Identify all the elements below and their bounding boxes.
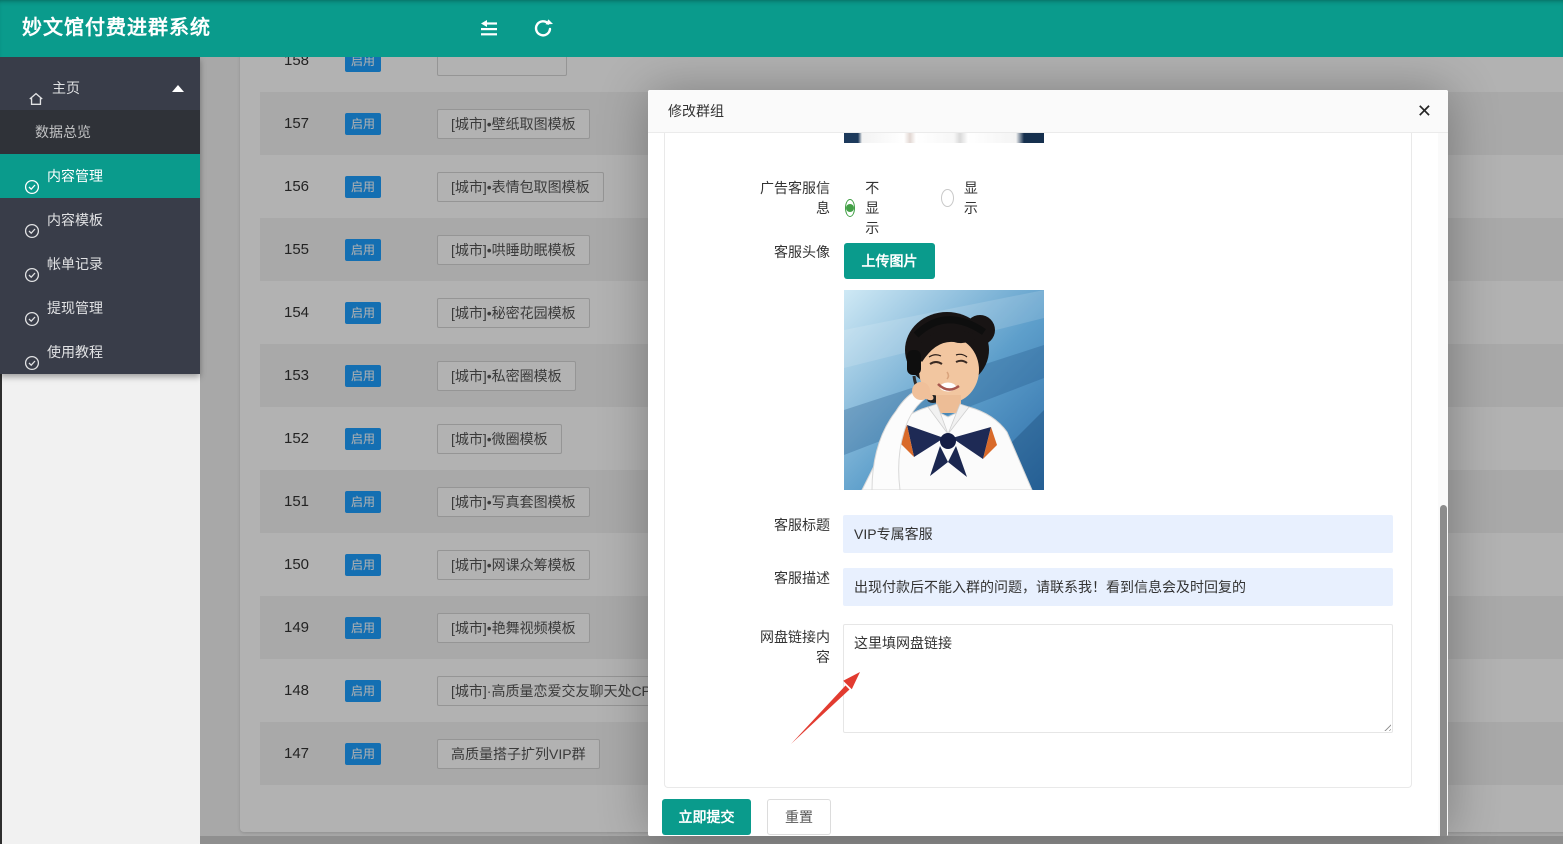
- sidebar-item-content-template[interactable]: 内容模板: [0, 198, 200, 242]
- home-icon: [28, 80, 44, 96]
- modal-title: 修改群组: [668, 90, 724, 133]
- app-window: 158 启用 157 启用 [城市]•壁纸取图模板 156 启用 [城市]•表情…: [0, 0, 1563, 844]
- radio-unselected-icon[interactable]: [941, 189, 954, 207]
- reset-button[interactable]: 重置: [767, 799, 831, 835]
- sidebar-item-label: 内容模板: [47, 198, 103, 242]
- refresh-icon[interactable]: [533, 19, 555, 39]
- upload-image-button[interactable]: 上传图片: [844, 243, 935, 279]
- circle-check-icon: [24, 256, 40, 272]
- radio-selected-icon[interactable]: [845, 199, 855, 217]
- avatar-preview-image: [844, 290, 1044, 490]
- ad-image-preview-cropped: [844, 133, 1044, 143]
- content-area: 158 启用 157 启用 [城市]•壁纸取图模板 156 启用 [城市]•表情…: [200, 57, 1563, 844]
- edit-group-modal: 修改群组 ✕ 广告客服信息 不显示 显示 客服头像 上传图片: [648, 90, 1448, 836]
- radio-option[interactable]: 不显示: [845, 178, 887, 238]
- sidebar-item-label: 提现管理: [47, 286, 103, 330]
- radio-option-label: 显示: [964, 178, 983, 218]
- sidebar-item-home[interactable]: 主页: [0, 66, 200, 110]
- close-icon[interactable]: ✕: [1417, 99, 1432, 123]
- radio-option[interactable]: 显示: [941, 178, 983, 218]
- sidebar-item-content-manage[interactable]: 内容管理: [0, 154, 200, 198]
- circle-check-icon: [24, 212, 40, 228]
- sidebar-item-label: 使用教程: [47, 330, 103, 374]
- top-header: 妙文馆付费进群系统: [0, 0, 1563, 57]
- sidebar-item-overview[interactable]: 数据总览: [0, 110, 200, 154]
- circle-check-icon: [24, 344, 40, 360]
- circle-check-icon: [24, 168, 40, 184]
- radio-option-label: 不显示: [865, 178, 887, 238]
- service-title-label: 客服标题: [750, 515, 830, 535]
- sidebar-item-withdraw-manage[interactable]: 提现管理: [0, 286, 200, 330]
- modal-scrollbar-track[interactable]: [1438, 133, 1448, 836]
- netdisk-label: 网盘链接内容: [750, 627, 830, 667]
- sidebar-item-tutorial[interactable]: 使用教程: [0, 330, 200, 374]
- collapse-menu-icon[interactable]: [478, 19, 500, 39]
- submit-button[interactable]: 立即提交: [662, 799, 751, 835]
- service-title-input[interactable]: [843, 515, 1393, 553]
- sidebar-item-label: 内容管理: [47, 154, 103, 198]
- sidebar-item-label: 数据总览: [35, 110, 91, 154]
- ad-service-label: 广告客服信息: [750, 178, 830, 218]
- sidebar-item-bill-records[interactable]: 帐单记录: [0, 242, 200, 286]
- sidebar-item-label: 帐单记录: [47, 242, 103, 286]
- sidebar-nav: 主页 数据总览 内容管理 内容模板 帐单记录: [0, 57, 200, 374]
- sidebar-item-label: 主页: [52, 66, 80, 110]
- avatar-label: 客服头像: [750, 242, 830, 262]
- netdisk-textarea[interactable]: 这里填网盘链接: [843, 624, 1393, 733]
- service-desc-input[interactable]: [843, 568, 1393, 606]
- app-title: 妙文馆付费进群系统: [22, 0, 211, 57]
- window-left-edge: [0, 374, 2, 844]
- service-desc-label: 客服描述: [750, 568, 830, 588]
- modal-scrollbar-thumb[interactable]: [1440, 505, 1447, 836]
- circle-check-icon: [24, 300, 40, 316]
- chevron-up-icon: [172, 85, 184, 92]
- horizontal-scrollbar[interactable]: [200, 836, 1563, 844]
- modal-titlebar: 修改群组 ✕: [648, 90, 1448, 133]
